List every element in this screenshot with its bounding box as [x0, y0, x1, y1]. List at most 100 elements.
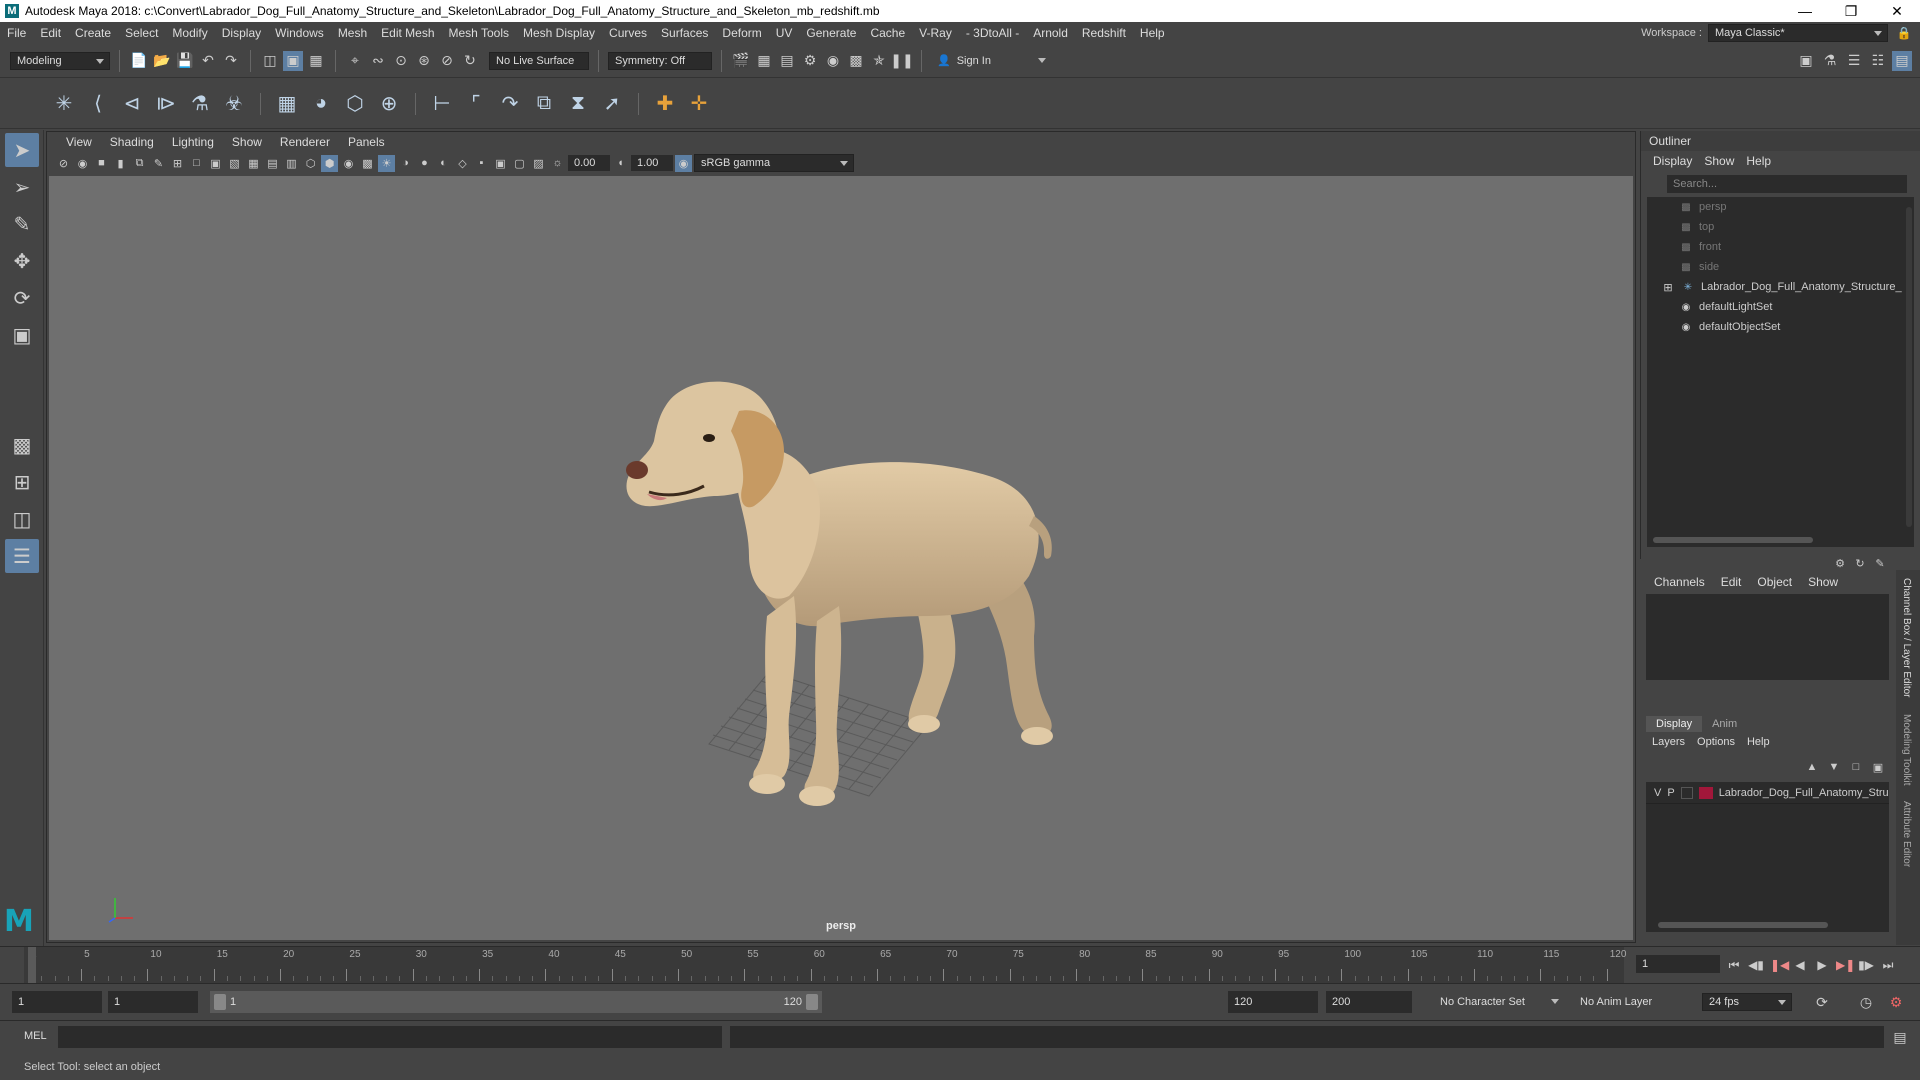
menu-3dtoall[interactable]: - 3DtoAll - [959, 26, 1026, 40]
menu-redshift[interactable]: Redshift [1075, 26, 1133, 40]
rotate-tool-icon[interactable]: ⟳ [5, 281, 39, 315]
outliner-item[interactable]: ▩ front [1647, 237, 1914, 257]
move-layer-down-icon[interactable]: ▼ [1827, 760, 1841, 774]
channel-box-menu-show[interactable]: Show [1800, 575, 1846, 589]
paint-select-tool-icon[interactable]: ✎ [5, 207, 39, 241]
character-controls-icon[interactable]: ⚗ [1820, 51, 1840, 71]
command-input[interactable] [58, 1026, 722, 1048]
sign-in-dropdown[interactable]: 👤 Sign In [931, 51, 1051, 70]
ik-fk-switch-icon[interactable]: ✛ [685, 90, 713, 118]
bookmark-icon[interactable]: ■ [93, 155, 110, 172]
auto-key-icon[interactable]: ◷ [1856, 992, 1876, 1012]
outliner-hscrollbar[interactable] [1653, 537, 1813, 543]
character-set-dropdown[interactable]: No Character Set [1434, 993, 1564, 1011]
tab-anim[interactable]: Anim [1702, 716, 1747, 732]
new-scene-icon[interactable]: 📄 [129, 51, 149, 71]
menu-mesh-tools[interactable]: Mesh Tools [442, 26, 516, 40]
constraint-pole-icon[interactable]: ➚ [598, 90, 626, 118]
minimize-icon[interactable]: — [1782, 0, 1828, 22]
locator-icon[interactable]: ✚ [651, 90, 679, 118]
safe-title-icon[interactable]: ▥ [283, 155, 300, 172]
resolution-gate-icon[interactable]: ▣ [207, 155, 224, 172]
skeleton-icon[interactable]: ☣ [220, 90, 248, 118]
maximize-icon[interactable]: ❐ [1828, 0, 1874, 22]
animation-preferences-icon[interactable]: ⚙ [1886, 992, 1906, 1012]
play-forward-icon[interactable]: ▶ [1814, 958, 1830, 972]
menu-generate[interactable]: Generate [799, 26, 863, 40]
quick-rig-icon[interactable]: ⧐ [152, 90, 180, 118]
range-start-handle[interactable] [214, 994, 226, 1010]
wireframe-on-shaded-icon[interactable]: ◉ [340, 155, 357, 172]
exposure-field[interactable]: 0.00 [568, 155, 610, 171]
safe-action-icon[interactable]: ▤ [264, 155, 281, 172]
anim-layer-dropdown[interactable]: No Anim Layer [1574, 993, 1684, 1011]
menu-edit-mesh[interactable]: Edit Mesh [374, 26, 441, 40]
paint-weights-icon[interactable]: ◕ [307, 90, 335, 118]
time-slider-ticks[interactable]: 1510152025303540455055606570758085909510… [24, 947, 1626, 983]
film-gate-icon[interactable]: □ [188, 155, 205, 172]
new-layer-selected-icon[interactable]: ▣ [1871, 760, 1885, 774]
viewport-menu-renderer[interactable]: Renderer [271, 135, 339, 149]
menu-help[interactable]: Help [1133, 26, 1172, 40]
viewport-menu-show[interactable]: Show [223, 135, 271, 149]
menu-deform[interactable]: Deform [715, 26, 768, 40]
snap-point-icon[interactable]: ⊙ [391, 51, 411, 71]
select-object-icon[interactable]: ▣ [283, 50, 303, 71]
snap-projected-icon[interactable]: ⊛ [414, 51, 434, 71]
viewport-menu-shading[interactable]: Shading [101, 135, 163, 149]
snapshot-icon[interactable]: ✯ [869, 51, 889, 71]
layer-menu-layers[interactable]: Layers [1646, 736, 1691, 748]
bind-skin-icon[interactable]: ▦ [273, 90, 301, 118]
menu-mesh[interactable]: Mesh [331, 26, 374, 40]
step-back-icon[interactable]: ◀▮ [1748, 958, 1764, 972]
constraint-orient-icon[interactable]: ↷ [496, 90, 524, 118]
select-hierarchy-icon[interactable]: ◫ [260, 51, 280, 71]
hypershade-icon[interactable]: ◉ [823, 51, 843, 71]
range-end-handle[interactable] [806, 994, 818, 1010]
scale-tool-icon[interactable]: ▣ [5, 318, 39, 352]
outliner-layout-icon[interactable]: ◫ [5, 502, 39, 536]
persp-outliner-layout-icon[interactable]: ☰ [5, 539, 39, 573]
isolate-select-icon[interactable]: ▣ [492, 155, 509, 172]
outliner-menu-show[interactable]: Show [1698, 154, 1740, 168]
outliner-item[interactable]: ◉ defaultLightSet [1647, 297, 1914, 317]
expand-icon[interactable]: ⊞ [1661, 281, 1675, 294]
smooth-shade-icon[interactable]: ⬢ [321, 154, 338, 172]
redo-icon[interactable]: ↷ [221, 51, 241, 71]
motion-blur-icon[interactable]: ◐ [435, 155, 452, 172]
viewport-menu-lighting[interactable]: Lighting [163, 135, 223, 149]
layer-color-swatch[interactable] [1698, 786, 1713, 799]
menu-display[interactable]: Display [215, 26, 268, 40]
outliner-item[interactable]: ▩ top [1647, 217, 1914, 237]
render-view-icon[interactable]: ▦ [754, 51, 774, 71]
snap-live-icon[interactable]: ↻ [460, 51, 480, 71]
animation-end-field[interactable]: 200 [1326, 991, 1412, 1013]
gamma-icon[interactable]: ◖ [612, 155, 629, 172]
outliner-item[interactable]: ◉ defaultObjectSet [1647, 317, 1914, 337]
four-view-layout-icon[interactable]: ⊞ [5, 465, 39, 499]
undo-icon[interactable]: ↶ [198, 51, 218, 71]
camera-attributes-icon[interactable]: ◉ [74, 155, 91, 172]
3d-viewport[interactable]: persp [49, 176, 1633, 940]
render-region-icon[interactable]: ▩ [846, 51, 866, 71]
menu-mesh-display[interactable]: Mesh Display [516, 26, 602, 40]
select-camera-icon[interactable]: ⊘ [55, 155, 72, 172]
channel-box-icon[interactable]: ▤ [1892, 50, 1912, 71]
outliner-menu-display[interactable]: Display [1647, 154, 1698, 168]
layer-visibility-toggle[interactable]: V [1654, 787, 1661, 799]
tab-modeling-toolkit[interactable]: Modeling Toolkit [1896, 706, 1917, 794]
xray-icon[interactable]: ▢ [511, 155, 528, 172]
xray-joints-icon[interactable]: ▨ [530, 155, 547, 172]
outliner-item[interactable]: ▩ side [1647, 257, 1914, 277]
menu-create[interactable]: Create [68, 26, 118, 40]
command-language-label[interactable]: MEL [24, 1030, 47, 1042]
layer-display-type[interactable] [1680, 786, 1693, 799]
pause-icon[interactable]: ❚❚ [890, 51, 913, 71]
select-tool-icon[interactable]: ➤ [5, 133, 39, 167]
go-to-start-icon[interactable]: ⏮ [1726, 958, 1742, 973]
outliner-item[interactable]: ▩ persp [1647, 197, 1914, 217]
mode-dropdown[interactable]: Modeling [10, 51, 110, 70]
grid-icon[interactable]: ⊞ [169, 155, 186, 172]
menu-curves[interactable]: Curves [602, 26, 654, 40]
constraint-scale-icon[interactable]: ⧉ [530, 90, 558, 118]
